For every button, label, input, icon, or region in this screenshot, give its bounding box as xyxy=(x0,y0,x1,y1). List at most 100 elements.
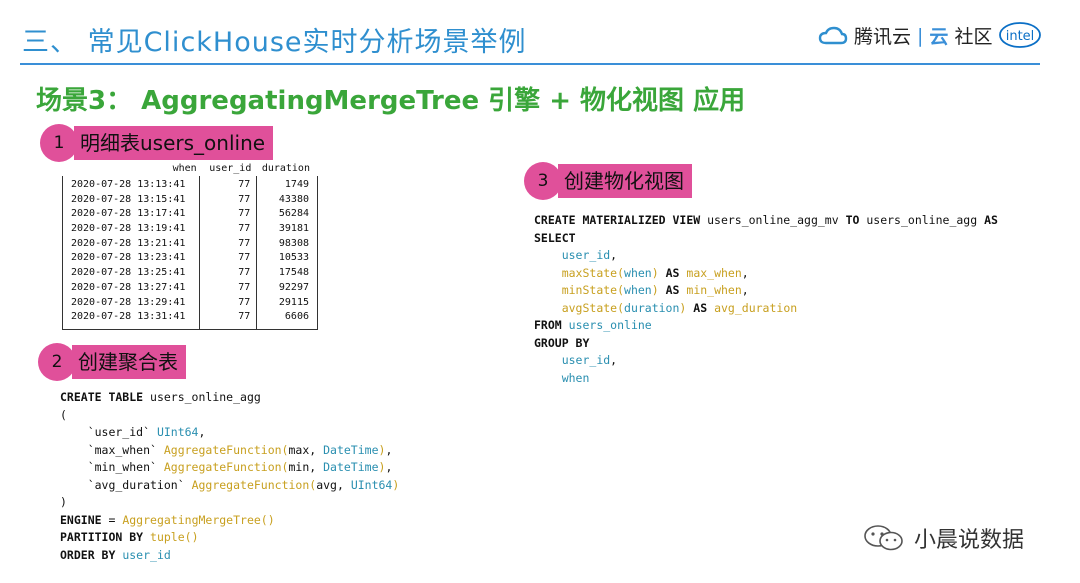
section-3-badge: 3 创建物化视图 xyxy=(524,162,692,200)
column-when: 2020-07-28 13:13:41 2020-07-28 13:15:41 20… xyxy=(63,176,201,329)
cell-duration: 92297 xyxy=(278,281,309,293)
section-1-number: 1 xyxy=(40,124,78,162)
sql-function: AggregateFunction( xyxy=(163,442,289,457)
sql-text: ( xyxy=(60,407,67,422)
sql-text: users_online_agg xyxy=(143,390,261,404)
cell-user-id: 77 xyxy=(238,296,251,308)
column-duration: 1749 43380 56284 39181 98308 10533 17548 92297 2… xyxy=(257,176,317,329)
brand-tencent-text: 腾讯云 xyxy=(854,26,912,48)
cell-user-id: 77 xyxy=(238,208,251,220)
sql-text: users_online_agg_mv xyxy=(700,213,846,227)
sql-function: AggregateFunction( xyxy=(191,477,317,492)
table-header: when user_id duration xyxy=(62,162,318,176)
cell-duration: 10533 xyxy=(278,252,309,264)
sql-text: `max_when` xyxy=(60,442,164,457)
cell-user-id: 77 xyxy=(238,311,251,323)
slide-title: 三、 常见ClickHouse实时分析场景举例 xyxy=(22,27,527,58)
sql-function: ) xyxy=(651,265,659,280)
cell-user-id: 77 xyxy=(238,281,251,293)
cell-user-id: 77 xyxy=(238,252,251,264)
code-line: avgState(duration) AS avg_duration xyxy=(534,300,998,318)
code-line: `user_id` UInt64, xyxy=(60,424,399,442)
sql-keyword: PARTITION BY xyxy=(60,530,144,544)
sql-type: DateTime xyxy=(323,442,379,457)
code-line: CREATE TABLE users_online_agg xyxy=(60,389,399,407)
column-header-when: when xyxy=(172,163,197,174)
cell-duration: 29115 xyxy=(278,296,309,308)
sql-function: maxState( xyxy=(561,265,625,280)
cell-user-id: 77 xyxy=(238,223,251,235)
sql-keyword: SELECT xyxy=(534,230,576,245)
cell-duration: 98308 xyxy=(278,237,309,249)
sql-text: , xyxy=(741,265,749,280)
sql-type: UInt64 xyxy=(156,425,199,439)
cell-when: 2020-07-28 13:17:41 xyxy=(71,208,186,220)
cell-duration: 56284 xyxy=(278,208,309,220)
wechat-icon xyxy=(864,525,903,551)
code-line: when xyxy=(534,370,998,388)
sql-text: `avg_duration` xyxy=(60,477,192,492)
create-table-code: CREATE TABLE users_online_agg( `user_id`… xyxy=(60,389,399,564)
sql-identifier: user_id xyxy=(561,353,611,367)
cell-user-id: 77 xyxy=(238,179,251,190)
section-2-number: 2 xyxy=(38,343,76,381)
sql-function: minState( xyxy=(561,283,625,297)
sql-keyword: ORDER BY xyxy=(60,547,116,562)
cell-user-id: 77 xyxy=(238,237,251,249)
sql-function: tuple() xyxy=(150,530,199,544)
code-line: SELECT xyxy=(534,230,998,248)
sql-function: AggregatingMergeTree() xyxy=(122,512,275,527)
cell-user-id: 77 xyxy=(238,193,251,205)
code-line: user_id, xyxy=(534,352,998,370)
sql-keyword: GROUP BY xyxy=(534,335,590,350)
cell-when: 2020-07-28 13:31:41 xyxy=(71,311,186,323)
sql-text: ) xyxy=(60,495,67,509)
section-1-badge: 1 明细表users_online xyxy=(40,124,274,162)
tencent-cloud-logo: 腾讯云 | 云 社区 xyxy=(818,22,992,49)
sql-function: max_when xyxy=(686,265,742,280)
sql-identifier: users_online xyxy=(568,318,652,332)
scene-title: 场景3： AggregatingMergeTree 引擎 + 物化视图 应用 xyxy=(36,86,746,116)
users-online-table: when user_id duration 2020-07-28 13:13:4… xyxy=(62,162,318,330)
sql-function: AggregateFunction( xyxy=(163,460,289,474)
sql-type: UInt64 xyxy=(350,477,393,492)
code-line: ORDER BY user_id xyxy=(60,547,399,565)
intel-logo: intel xyxy=(999,22,1041,48)
sql-type: DateTime xyxy=(323,460,379,474)
header-divider xyxy=(20,63,1040,65)
sql-text: , xyxy=(741,283,749,297)
cell-duration: 17548 xyxy=(278,267,309,279)
sql-function: avg_duration xyxy=(714,300,798,315)
code-line: FROM users_online xyxy=(534,317,998,335)
code-line: ) xyxy=(60,494,399,512)
sql-text: , xyxy=(385,442,393,457)
intel-logo-text: intel xyxy=(1006,29,1035,44)
code-line: ENGINE = AggregatingMergeTree() xyxy=(60,512,399,530)
brand-yun-text: 云 xyxy=(929,26,949,48)
section-3-number: 3 xyxy=(524,162,562,200)
code-line: ( xyxy=(60,407,399,425)
code-line: maxState(when) AS max_when, xyxy=(534,265,998,283)
section-2-label: 创建聚合表 xyxy=(72,345,186,379)
sql-text: `min_when` xyxy=(60,460,164,474)
sql-keyword: AS xyxy=(693,300,708,315)
sql-identifier: user_id xyxy=(122,547,171,562)
cell-when: 2020-07-28 13:21:41 xyxy=(71,237,186,249)
sql-text: , xyxy=(198,425,206,439)
code-line: CREATE MATERIALIZED VIEW users_online_ag… xyxy=(534,212,998,230)
code-line: `min_when` AggregateFunction(min, DateTi… xyxy=(60,459,399,477)
cell-when: 2020-07-28 13:13:41 xyxy=(71,179,186,190)
sql-function: ) xyxy=(392,477,400,492)
code-line: GROUP BY xyxy=(534,335,998,353)
sql-text: min, xyxy=(288,460,324,474)
watermark-text: 小晨说数据 xyxy=(914,528,1025,553)
sql-identifier: when xyxy=(561,370,590,385)
